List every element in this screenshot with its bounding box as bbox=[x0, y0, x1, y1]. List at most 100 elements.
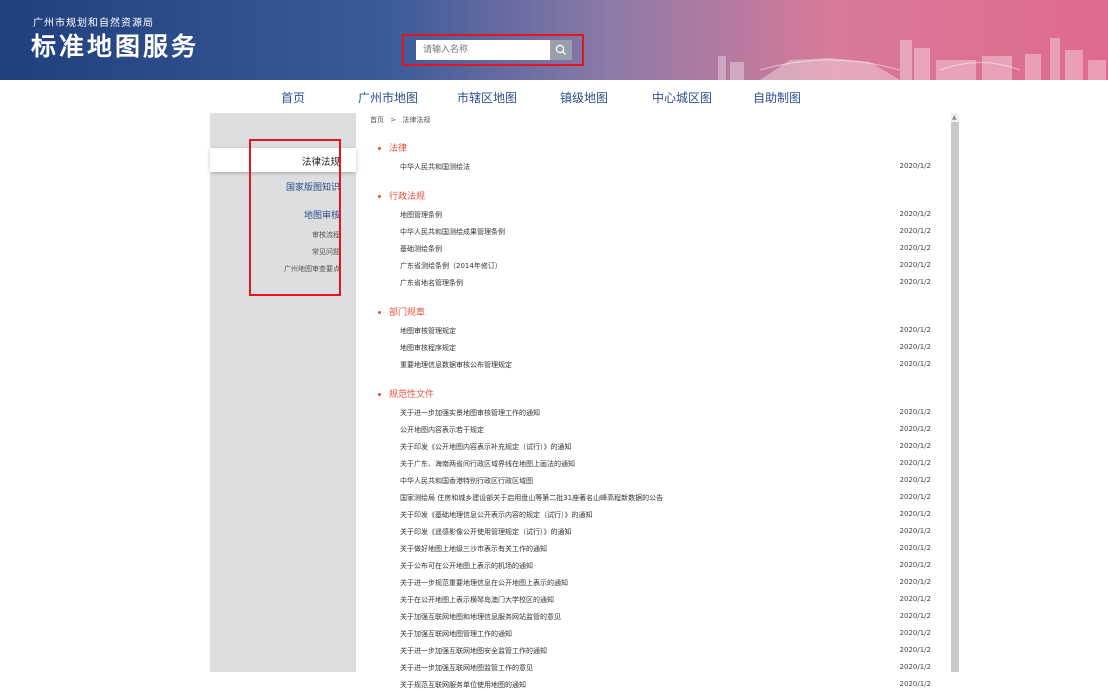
list-item-title[interactable]: 关于印发《基础地理信息公开表示内容的规定（试行）》的通知 bbox=[400, 511, 593, 519]
list-item-title[interactable]: 公开地图内容表示若干规定 bbox=[400, 426, 484, 434]
list-item[interactable]: 关于印发《遥感影像公开使用管理规定（试行）》的通知 2020/1/2 bbox=[400, 527, 931, 537]
list-item-date: 2020/1/2 bbox=[899, 210, 931, 218]
search-highlight-box bbox=[402, 34, 584, 66]
category-title: 法律 bbox=[389, 144, 408, 154]
list-item-title[interactable]: 关于印发《公开地图内容表示补充规定（试行）》的通知 bbox=[400, 443, 572, 451]
list-item[interactable]: 中华人民共和国香港特别行政区行政区域图 2020/1/2 bbox=[400, 476, 931, 486]
list-item-title[interactable]: 地图审核管理规定 bbox=[400, 327, 456, 335]
list-item[interactable]: 中华人民共和国测绘法 2020/1/2 bbox=[400, 162, 931, 172]
list-item-title[interactable]: 广东省地名管理条例 bbox=[400, 279, 463, 287]
list-item-title[interactable]: 关于做好地图上地级三沙市表示有关工作的通知 bbox=[400, 545, 547, 553]
list-item-title[interactable]: 关于进一步加强互联网地图监管工作的意见 bbox=[400, 664, 533, 672]
list-item-title[interactable]: 关于印发《遥感影像公开使用管理规定（试行）》的通知 bbox=[400, 528, 572, 536]
category-heading: 部门规章 bbox=[378, 305, 425, 318]
list-item-date: 2020/1/2 bbox=[899, 360, 931, 368]
list-item-date: 2020/1/2 bbox=[899, 227, 931, 235]
list-item[interactable]: 关于印发《公开地图内容表示补充规定（试行）》的通知 2020/1/2 bbox=[400, 442, 931, 452]
list-item-title[interactable]: 关于进一步加强互联网地图安全监管工作的通知 bbox=[400, 647, 547, 655]
nav-town-map[interactable]: 镇级地图 bbox=[560, 89, 608, 106]
list-item[interactable]: 关于印发《基础地理信息公开表示内容的规定（试行）》的通知 2020/1/2 bbox=[400, 510, 931, 520]
skyline-illustration bbox=[718, 38, 1106, 80]
list-item-title[interactable]: 关于进一步加强实景地图审核管理工作的通知 bbox=[400, 409, 540, 417]
nav-guangzhou-map[interactable]: 广州市地图 bbox=[358, 89, 418, 106]
list-item-date: 2020/1/2 bbox=[899, 612, 931, 620]
category-title: 行政法规 bbox=[389, 192, 426, 202]
list-item[interactable]: 公开地图内容表示若干规定 2020/1/2 bbox=[400, 425, 931, 435]
bullet-dot-icon bbox=[378, 147, 381, 150]
list-item[interactable]: 关于规范互联网服务单位使用地图的通知 2020/1/2 bbox=[400, 680, 931, 690]
nav-central-city-map[interactable]: 中心城区图 bbox=[652, 89, 712, 106]
list-item[interactable]: 关于在公开地图上表示横琴岛澳门大学校区的通知 2020/1/2 bbox=[400, 595, 931, 605]
list-item-date: 2020/1/2 bbox=[899, 278, 931, 286]
list-item-date: 2020/1/2 bbox=[899, 595, 931, 603]
list-item[interactable]: 关于广东、海南两省间行政区域界线在地图上画法的通知 2020/1/2 bbox=[400, 459, 931, 469]
list-item[interactable]: 关于进一步加强互联网地图安全监管工作的通知 2020/1/2 bbox=[400, 646, 931, 656]
list-item[interactable]: 地图审核程序规定 2020/1/2 bbox=[400, 343, 931, 353]
breadcrumb-current: 法律法规 bbox=[402, 116, 431, 124]
list-item[interactable]: 广东省地名管理条例 2020/1/2 bbox=[400, 278, 931, 288]
breadcrumb: 首页 > 法律法规 bbox=[370, 115, 434, 125]
list-item-date: 2020/1/2 bbox=[899, 425, 931, 433]
list-item-title[interactable]: 地图管理条例 bbox=[400, 211, 442, 219]
list-item-title[interactable]: 广东省测绘条例（2014年修订） bbox=[400, 262, 502, 270]
bullet-dot-icon bbox=[378, 393, 381, 396]
breadcrumb-home[interactable]: 首页 bbox=[370, 116, 384, 124]
list-item[interactable]: 关于进一步规范重要地理信息在公开地图上表示的通知 2020/1/2 bbox=[400, 578, 931, 588]
list-item[interactable]: 广东省测绘条例（2014年修订） 2020/1/2 bbox=[400, 261, 931, 271]
list-item[interactable]: 中华人民共和国测绘成果管理条例 2020/1/2 bbox=[400, 227, 931, 237]
list-item-title[interactable]: 关于规范互联网服务单位使用地图的通知 bbox=[400, 681, 526, 689]
list-item-title[interactable]: 中华人民共和国测绘法 bbox=[400, 163, 470, 171]
list-item[interactable]: 关于公布可在公开地图上表示的机场的通知 2020/1/2 bbox=[400, 561, 931, 571]
list-item-title[interactable]: 中华人民共和国香港特别行政区行政区域图 bbox=[400, 477, 533, 485]
list-item-date: 2020/1/2 bbox=[899, 493, 931, 501]
bullet-dot-icon bbox=[378, 311, 381, 314]
list-item[interactable]: 关于进一步加强实景地图审核管理工作的通知 2020/1/2 bbox=[400, 408, 931, 418]
breadcrumb-separator: > bbox=[390, 116, 397, 124]
list-item-date: 2020/1/2 bbox=[899, 544, 931, 552]
nav-district-map[interactable]: 市辖区地图 bbox=[457, 89, 517, 106]
category-heading: 行政法规 bbox=[378, 189, 425, 202]
list-item-date: 2020/1/2 bbox=[899, 162, 931, 170]
category-heading: 法律 bbox=[378, 141, 407, 154]
bullet-dot-icon bbox=[378, 195, 381, 198]
scrollbar-thumb[interactable] bbox=[951, 122, 959, 672]
list-item-date: 2020/1/2 bbox=[899, 408, 931, 416]
list-item-title[interactable]: 关于进一步规范重要地理信息在公开地图上表示的通知 bbox=[400, 579, 568, 587]
category-heading: 规范性文件 bbox=[378, 387, 434, 400]
list-item-title[interactable]: 中华人民共和国测绘成果管理条例 bbox=[400, 228, 505, 236]
list-item-date: 2020/1/2 bbox=[899, 459, 931, 467]
site-title[interactable]: 标准地图服务 bbox=[31, 27, 199, 63]
list-item-date: 2020/1/2 bbox=[899, 476, 931, 484]
list-item-date: 2020/1/2 bbox=[899, 646, 931, 654]
search-button[interactable] bbox=[550, 40, 572, 60]
list-item-date: 2020/1/2 bbox=[899, 244, 931, 252]
list-item-title[interactable]: 基础测绘条例 bbox=[400, 245, 442, 253]
list-item-title[interactable]: 重要地理信息数据审核公布管理规定 bbox=[400, 361, 512, 369]
category-title: 部门规章 bbox=[389, 308, 426, 318]
list-item[interactable]: 国家测绘局 住房和城乡建设部关于启用盘山等第二批31座著名山峰高程新数据的公告 2… bbox=[400, 493, 931, 503]
main-nav: 首页 广州市地图 市辖区地图 镇级地图 中心城区图 自助制图 bbox=[0, 80, 1108, 114]
list-item[interactable]: 地图审核管理规定 2020/1/2 bbox=[400, 326, 931, 336]
list-item-date: 2020/1/2 bbox=[899, 527, 931, 535]
list-item-title[interactable]: 地图审核程序规定 bbox=[400, 344, 456, 352]
list-item[interactable]: 关于加强互联网地图和地理信息服务网站监管的意见 2020/1/2 bbox=[400, 612, 931, 622]
list-item-title[interactable]: 关于加强互联网地图管理工作的通知 bbox=[400, 630, 512, 638]
search-input[interactable] bbox=[416, 40, 550, 60]
list-item[interactable]: 关于做好地图上地级三沙市表示有关工作的通知 2020/1/2 bbox=[400, 544, 931, 554]
list-item-title[interactable]: 国家测绘局 住房和城乡建设部关于启用盘山等第二批31座著名山峰高程新数据的公告 bbox=[400, 494, 663, 502]
list-item[interactable]: 地图管理条例 2020/1/2 bbox=[400, 210, 931, 220]
scroll-up-arrow-icon[interactable]: ▲ bbox=[952, 114, 957, 121]
category-title: 规范性文件 bbox=[389, 390, 435, 400]
list-item-title[interactable]: 关于加强互联网地图和地理信息服务网站监管的意见 bbox=[400, 613, 561, 621]
list-item-date: 2020/1/2 bbox=[899, 680, 931, 688]
list-item-date: 2020/1/2 bbox=[899, 343, 931, 351]
list-item[interactable]: 重要地理信息数据审核公布管理规定 2020/1/2 bbox=[400, 360, 931, 370]
nav-home[interactable]: 首页 bbox=[281, 89, 305, 106]
list-item[interactable]: 基础测绘条例 2020/1/2 bbox=[400, 244, 931, 254]
search-icon bbox=[555, 44, 566, 55]
list-item-title[interactable]: 关于广东、海南两省间行政区域界线在地图上画法的通知 bbox=[400, 460, 575, 468]
list-item-title[interactable]: 关于公布可在公开地图上表示的机场的通知 bbox=[400, 562, 533, 570]
list-item[interactable]: 关于加强互联网地图管理工作的通知 2020/1/2 bbox=[400, 629, 931, 639]
list-item-title[interactable]: 关于在公开地图上表示横琴岛澳门大学校区的通知 bbox=[400, 596, 554, 604]
nav-self-service-map[interactable]: 自助制图 bbox=[753, 89, 801, 106]
